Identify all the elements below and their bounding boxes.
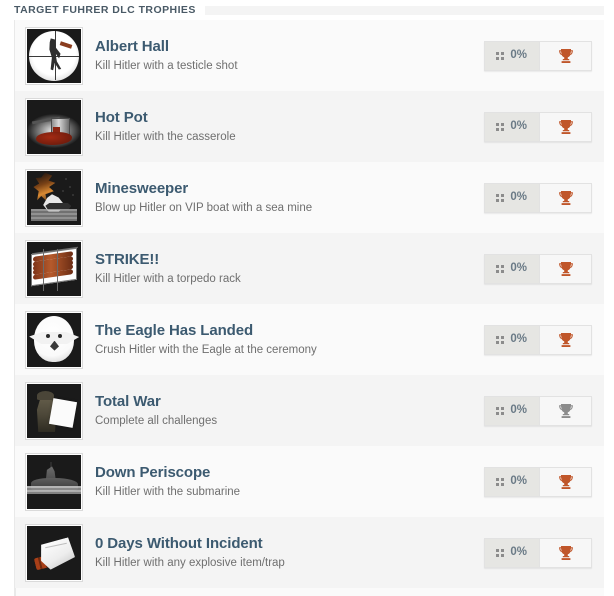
trophy-thumbnail bbox=[25, 239, 83, 298]
trophy-info: Minesweeper Blow up Hitler on VIP boat wi… bbox=[83, 180, 484, 215]
trophy-icon-cell[interactable] bbox=[539, 325, 591, 354]
trophy-info: Down Periscope Kill Hitler with the subma… bbox=[83, 464, 484, 499]
section-title: TARGET FUHRER DLC TROPHIES bbox=[14, 4, 196, 16]
trophy-thumbnail bbox=[25, 523, 83, 582]
trophy-info: Albert Hall Kill Hitler with a testicle s… bbox=[83, 38, 484, 73]
progress-percent: 0% bbox=[510, 545, 527, 558]
trophy-info: Hot Pot Kill Hitler with the casserole bbox=[83, 109, 484, 144]
trophy-thumbnail bbox=[25, 26, 83, 85]
header-rule bbox=[204, 5, 604, 15]
trophy-progress-badge[interactable]: 0% bbox=[484, 111, 592, 142]
trophy-row[interactable]: Albert Hall Kill Hitler with a testicle s… bbox=[15, 20, 604, 91]
trophy-description: Kill Hitler with a testicle shot bbox=[95, 60, 238, 72]
trophy-info: Total War Complete all challenges bbox=[83, 393, 484, 428]
trophy-row[interactable]: The Eagle Has Landed Crush Hitler with th… bbox=[15, 304, 604, 375]
progress-percent: 0% bbox=[510, 474, 527, 487]
trophy-row[interactable]: Minesweeper Blow up Hitler on VIP boat wi… bbox=[15, 162, 604, 233]
trophy-description: Blow up Hitler on VIP boat with a sea mi… bbox=[95, 202, 313, 214]
trophy-name[interactable]: Down Periscope bbox=[95, 464, 484, 482]
progress-percent: 0% bbox=[510, 261, 527, 274]
progress-section[interactable]: 0% bbox=[485, 396, 539, 425]
trophy-info: 0 Days Without Incident Kill Hitler with … bbox=[83, 535, 484, 570]
trophy-thumbnail bbox=[25, 381, 83, 440]
progress-percent: 0% bbox=[510, 48, 527, 61]
trophy-description: Kill Hitler with the submarine bbox=[95, 486, 241, 498]
progress-section[interactable]: 0% bbox=[485, 325, 539, 354]
trophy-name[interactable]: Hot Pot bbox=[95, 109, 484, 127]
trophy-thumbnail bbox=[25, 168, 83, 227]
trophy-thumbnail bbox=[25, 310, 83, 369]
trophy-thumbnail bbox=[25, 452, 83, 511]
trophy-progress-badge[interactable]: 0% bbox=[484, 537, 592, 568]
trophy-thumbnail bbox=[25, 97, 83, 156]
progress-percent: 0% bbox=[510, 332, 527, 345]
trophy-description: Complete all challenges bbox=[95, 415, 218, 427]
trophy-list-page: TARGET FUHRER DLC TROPHIES Albert Hall Ki… bbox=[0, 0, 614, 596]
section-header: TARGET FUHRER DLC TROPHIES bbox=[0, 0, 614, 20]
grid-dots-icon bbox=[496, 193, 505, 202]
trophy-progress-badge[interactable]: 0% bbox=[484, 182, 592, 213]
progress-percent: 0% bbox=[510, 403, 527, 416]
trophy-progress-badge[interactable]: 0% bbox=[484, 324, 592, 355]
trophy-progress-badge[interactable]: 0% bbox=[484, 253, 592, 284]
trophy-info: The Eagle Has Landed Crush Hitler with th… bbox=[83, 322, 484, 357]
progress-section[interactable]: 0% bbox=[485, 467, 539, 496]
grid-dots-icon bbox=[496, 477, 505, 486]
trophy-icon-cell[interactable] bbox=[539, 112, 591, 141]
grid-dots-icon bbox=[496, 122, 505, 131]
grid-dots-icon bbox=[496, 264, 505, 273]
trophy-icon-cell[interactable] bbox=[539, 254, 591, 283]
trophy-icon-cell[interactable] bbox=[539, 183, 591, 212]
trophy-icon-cell[interactable] bbox=[539, 467, 591, 496]
trophy-description: Kill Hitler with any explosive item/trap bbox=[95, 557, 285, 569]
trophy-name[interactable]: STRIKE!! bbox=[95, 251, 484, 269]
trophy-progress-badge[interactable]: 0% bbox=[484, 395, 592, 426]
grid-dots-icon bbox=[496, 335, 505, 344]
grid-dots-icon bbox=[496, 406, 505, 415]
progress-section[interactable]: 0% bbox=[485, 183, 539, 212]
trophy-description: Crush Hitler with the Eagle at the cerem… bbox=[95, 344, 317, 356]
progress-percent: 0% bbox=[510, 119, 527, 132]
progress-section[interactable]: 0% bbox=[485, 538, 539, 567]
progress-section[interactable]: 0% bbox=[485, 112, 539, 141]
trophy-icon-cell[interactable] bbox=[539, 396, 591, 425]
trophy-progress-badge[interactable]: 0% bbox=[484, 40, 592, 71]
trophy-description: Kill Hitler with the casserole bbox=[95, 131, 236, 143]
grid-dots-icon bbox=[496, 548, 505, 557]
trophy-name[interactable]: Minesweeper bbox=[95, 180, 484, 198]
progress-percent: 0% bbox=[510, 190, 527, 203]
trophy-icon-cell[interactable] bbox=[539, 538, 591, 567]
trophy-description: Kill Hitler with a torpedo rack bbox=[95, 273, 241, 285]
trophy-list: Albert Hall Kill Hitler with a testicle s… bbox=[14, 20, 604, 596]
progress-section[interactable]: 0% bbox=[485, 254, 539, 283]
trophy-name[interactable]: The Eagle Has Landed bbox=[95, 322, 484, 340]
trophy-icon-cell[interactable] bbox=[539, 41, 591, 70]
trophy-progress-badge[interactable]: 0% bbox=[484, 466, 592, 497]
trophy-name[interactable]: Total War bbox=[95, 393, 484, 411]
trophy-info: STRIKE!! Kill Hitler with a torpedo rack bbox=[83, 251, 484, 286]
trophy-name[interactable]: 0 Days Without Incident bbox=[95, 535, 484, 553]
trophy-name[interactable]: Albert Hall bbox=[95, 38, 484, 56]
trophy-row[interactable]: 0 Days Without Incident Kill Hitler with … bbox=[15, 517, 604, 588]
trophy-row[interactable]: Total War Complete all challenges 0% bbox=[15, 375, 604, 446]
trophy-row[interactable]: Down Periscope Kill Hitler with the subma… bbox=[15, 446, 604, 517]
progress-section[interactable]: 0% bbox=[485, 41, 539, 70]
trophy-row[interactable]: STRIKE!! Kill Hitler with a torpedo rack 0… bbox=[15, 233, 604, 304]
grid-dots-icon bbox=[496, 51, 505, 60]
trophy-row[interactable]: Hot Pot Kill Hitler with the casserole 0% bbox=[15, 91, 604, 162]
